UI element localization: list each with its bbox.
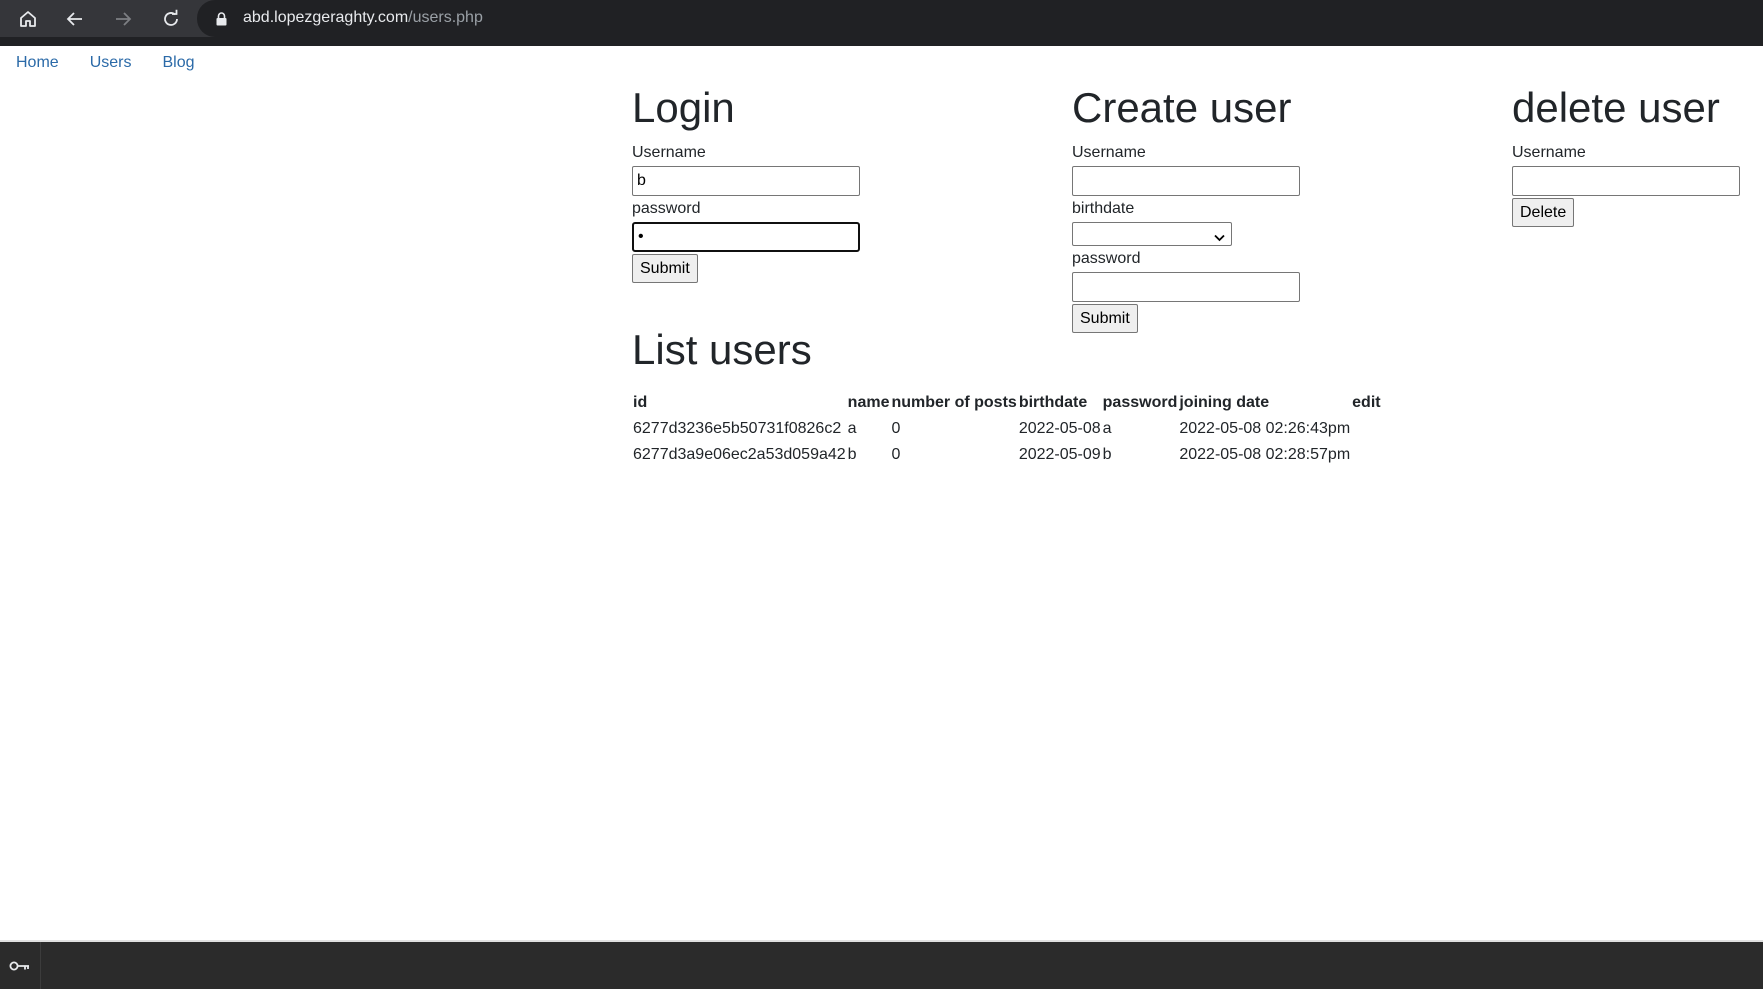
column-header-id: id xyxy=(633,394,648,411)
chevron-down-icon xyxy=(1214,229,1225,247)
lock-icon xyxy=(216,12,227,31)
cell-birthdate: 2022-05-08 xyxy=(1018,420,1101,437)
column-header-password: password xyxy=(1102,394,1178,411)
login-password-label: password xyxy=(632,200,701,217)
url-host: abd.lopezgeraghty.com xyxy=(243,9,409,26)
nav-link-users[interactable]: Users xyxy=(90,54,132,72)
column-header-posts: number of posts xyxy=(891,394,1017,411)
column-header-edit: edit xyxy=(1352,394,1381,411)
home-icon[interactable] xyxy=(13,4,43,34)
login-username-label: Username xyxy=(632,144,706,161)
delete-username-input[interactable] xyxy=(1512,166,1740,196)
cell-birthdate: 2022-05-09 xyxy=(1018,446,1101,463)
table-row: 6277d3236e5b50731f0826c2 a 0 2022-05-08 … xyxy=(632,418,1382,444)
column-header-birthdate: birthdate xyxy=(1018,394,1088,411)
cell-edit[interactable] xyxy=(1351,418,1381,444)
forward-icon[interactable] xyxy=(108,4,138,34)
bottom-bar xyxy=(0,940,1763,989)
users-table: id name number of posts birthdate passwo… xyxy=(632,394,1382,470)
login-username-input[interactable] xyxy=(632,166,860,196)
cell-password: a xyxy=(1102,420,1112,437)
nav-link-home[interactable]: Home xyxy=(16,54,59,72)
birthdate-select[interactable] xyxy=(1072,222,1232,246)
delete-button[interactable]: Delete xyxy=(1512,198,1575,227)
list-users-title: List users xyxy=(632,326,812,373)
cell-joining-date: 2022-05-08 02:28:57pm xyxy=(1179,446,1351,463)
delete-username-label: Username xyxy=(1512,144,1586,161)
create-user-title: Create user xyxy=(1072,84,1292,131)
create-password-label: password xyxy=(1072,250,1141,267)
create-birthdate-label: birthdate xyxy=(1072,200,1135,217)
create-password-input[interactable] xyxy=(1072,272,1300,302)
key-icon[interactable] xyxy=(0,942,41,989)
create-user-section: Create user Username birthdate password … xyxy=(1072,84,1300,333)
cell-edit[interactable] xyxy=(1351,444,1381,470)
browser-toolbar: abd.lopezgeraghty.com/users.php xyxy=(0,0,1763,46)
column-header-name: name xyxy=(847,394,890,411)
reload-icon[interactable] xyxy=(156,4,186,34)
cell-name: a xyxy=(847,420,857,437)
delete-user-section: delete user Username Delete xyxy=(1512,84,1740,227)
login-title: Login xyxy=(632,84,735,131)
column-header-joining-date: joining date xyxy=(1179,394,1270,411)
table-row: 6277d3a9e06ec2a53d059a42 b 0 2022-05-09 … xyxy=(632,444,1382,470)
back-icon[interactable] xyxy=(60,4,90,34)
cell-id: 6277d3a9e06ec2a53d059a42 xyxy=(633,446,846,463)
cell-id: 6277d3236e5b50731f0826c2 xyxy=(633,420,842,437)
url-text[interactable]: abd.lopezgeraghty.com/users.php xyxy=(243,9,483,27)
nav-link-blog[interactable]: Blog xyxy=(162,54,194,72)
table-header-row: id name number of posts birthdate passwo… xyxy=(632,394,1382,418)
delete-user-title: delete user xyxy=(1512,84,1720,131)
login-password-input[interactable] xyxy=(632,222,860,252)
cell-posts: 0 xyxy=(891,420,901,437)
list-users-section: List users id name number of posts birth… xyxy=(632,326,1382,470)
create-username-label: Username xyxy=(1072,144,1146,161)
create-username-input[interactable] xyxy=(1072,166,1300,196)
cell-password: b xyxy=(1102,446,1112,463)
cell-joining-date: 2022-05-08 02:26:43pm xyxy=(1179,420,1351,437)
site-nav: Home Users Blog xyxy=(16,54,195,72)
url-path: /users.php xyxy=(408,9,483,26)
cell-posts: 0 xyxy=(891,446,901,463)
cell-name: b xyxy=(847,446,857,463)
login-submit-button[interactable]: Submit xyxy=(632,254,698,283)
login-section: Login Username password Submit xyxy=(632,84,860,283)
address-bar[interactable]: abd.lopezgeraghty.com/users.php xyxy=(197,0,1763,37)
